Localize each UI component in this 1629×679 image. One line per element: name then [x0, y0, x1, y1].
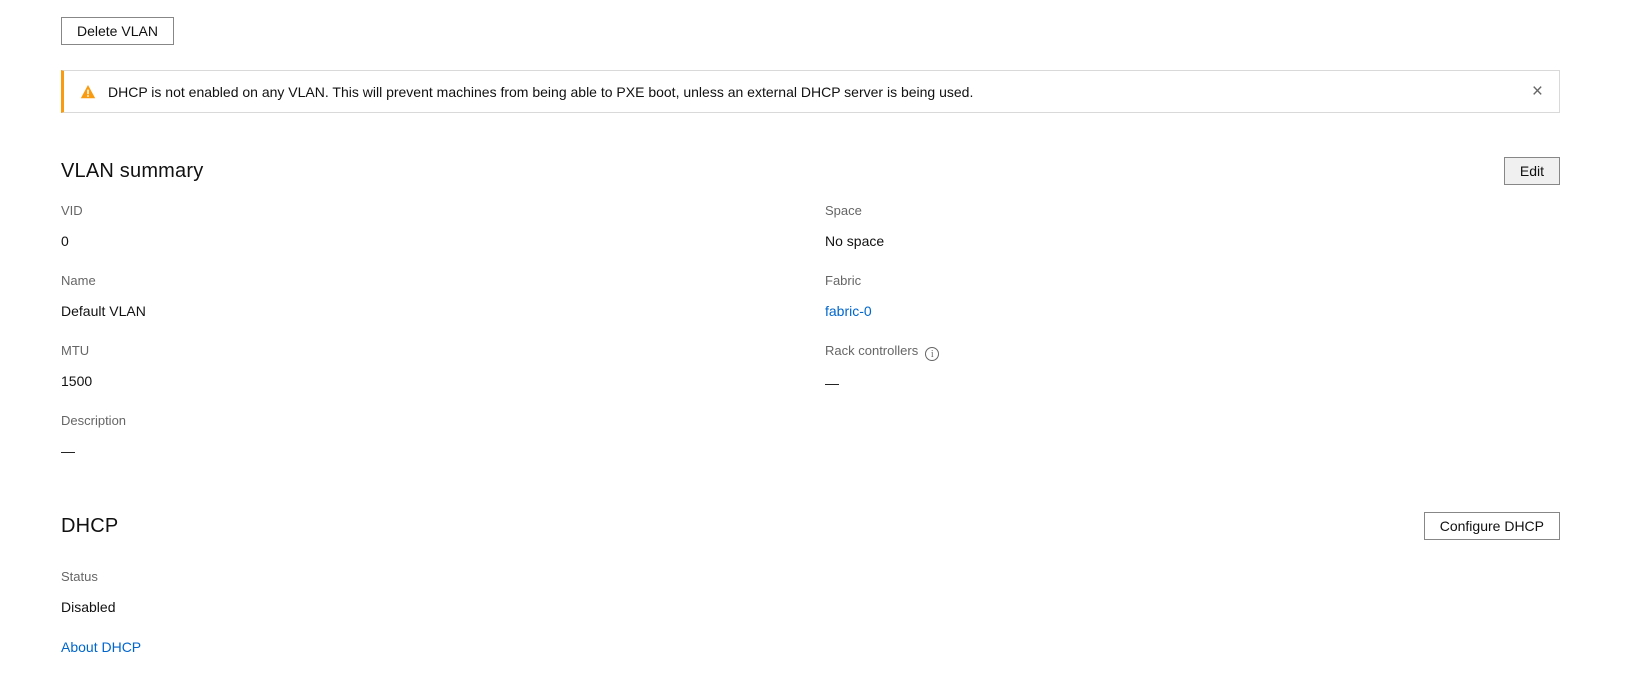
field-mtu-value: 1500	[61, 373, 825, 390]
page-container: Delete VLAN DHCP is not enabled on any V…	[61, 0, 1560, 657]
dhcp-title: DHCP	[61, 515, 118, 538]
warning-message: DHCP is not enabled on any VLAN. This wi…	[108, 84, 973, 100]
info-icon[interactable]: i	[925, 347, 939, 361]
fabric-link[interactable]: fabric-0	[825, 303, 872, 319]
vlan-summary-section: VLAN summary Edit VID 0 Name Default VLA…	[61, 157, 1560, 483]
field-vid: VID 0	[61, 203, 825, 250]
vlan-summary-fields: VID 0 Name Default VLAN MTU 1500 Descrip…	[61, 203, 1560, 483]
field-fabric: Fabric fabric-0	[825, 273, 1560, 320]
field-description: Description —	[61, 413, 825, 460]
field-name-value: Default VLAN	[61, 303, 825, 320]
close-notification-button[interactable]: ×	[1520, 78, 1555, 105]
field-mtu-label: MTU	[61, 343, 825, 359]
field-description-value: —	[61, 443, 825, 460]
configure-dhcp-button[interactable]: Configure DHCP	[1424, 512, 1560, 540]
dhcp-fields: Status Disabled About DHCP	[61, 569, 1560, 657]
dhcp-warning-banner: DHCP is not enabled on any VLAN. This wi…	[61, 70, 1560, 113]
fields-right-column: Space No space Fabric fabric-0 Rack cont…	[825, 203, 1560, 483]
field-vid-value: 0	[61, 233, 825, 250]
vlan-summary-title: VLAN summary	[61, 160, 203, 183]
field-name-label: Name	[61, 273, 825, 289]
edit-vlan-button[interactable]: Edit	[1504, 157, 1560, 185]
field-rack-controllers-label-text: Rack controllers	[825, 343, 918, 358]
delete-vlan-button[interactable]: Delete VLAN	[61, 17, 174, 45]
field-dhcp-status: Status Disabled	[61, 569, 1560, 616]
vlan-summary-header: VLAN summary Edit	[61, 157, 1560, 185]
field-rack-controllers: Rack controllers i —	[825, 343, 1560, 392]
field-space-value: No space	[825, 233, 1560, 250]
fields-left-column: VID 0 Name Default VLAN MTU 1500 Descrip…	[61, 203, 825, 483]
field-fabric-label: Fabric	[825, 273, 1560, 289]
field-vid-label: VID	[61, 203, 825, 219]
field-name: Name Default VLAN	[61, 273, 825, 320]
field-mtu: MTU 1500	[61, 343, 825, 390]
field-dhcp-status-label: Status	[61, 569, 1560, 585]
field-space: Space No space	[825, 203, 1560, 250]
field-rack-controllers-value: —	[825, 375, 1560, 392]
dhcp-header: DHCP Configure DHCP	[61, 512, 1560, 540]
field-dhcp-status-value: Disabled	[61, 599, 1560, 616]
field-space-label: Space	[825, 203, 1560, 219]
dhcp-section: DHCP Configure DHCP Status Disabled Abou…	[61, 512, 1560, 657]
field-description-label: Description	[61, 413, 825, 429]
toolbar: Delete VLAN	[61, 0, 1560, 45]
about-dhcp-row: About DHCP	[61, 639, 1560, 657]
warning-icon	[80, 84, 96, 100]
field-rack-controllers-label: Rack controllers i	[825, 343, 1560, 361]
about-dhcp-link[interactable]: About DHCP	[61, 639, 141, 655]
